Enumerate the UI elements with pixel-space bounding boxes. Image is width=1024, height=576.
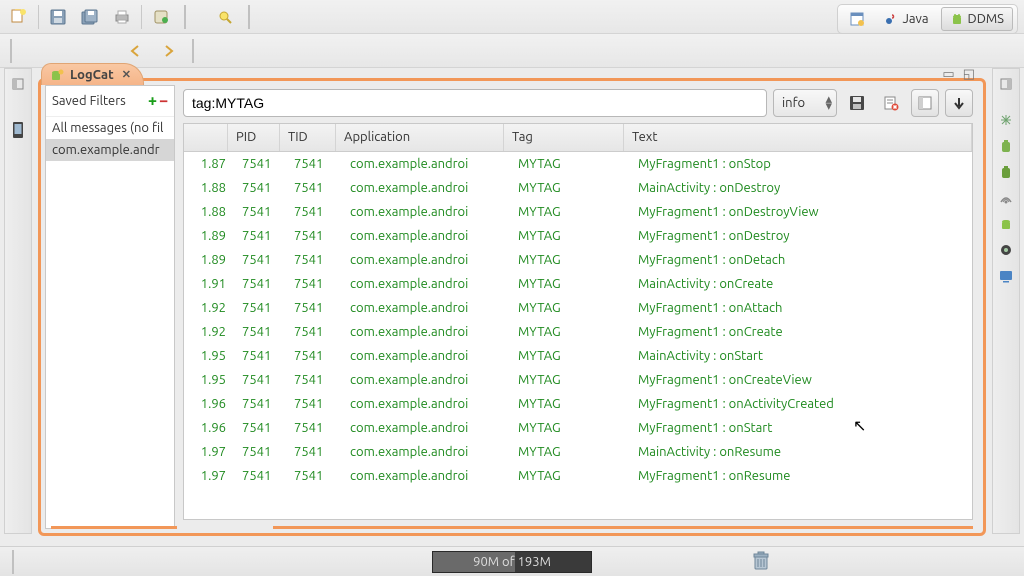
emulator-control-icon[interactable] bbox=[995, 239, 1017, 261]
column-text[interactable]: Text bbox=[624, 124, 972, 151]
perspective-switcher: Java DDMS bbox=[837, 4, 1018, 34]
saved-filters-panel: Saved Filters + − All messages (no fil c… bbox=[45, 85, 175, 529]
android-icon bbox=[950, 12, 964, 26]
logcat-view: LogCat ✕ ▭ ◱ Saved Filters + − All messa… bbox=[38, 78, 986, 536]
android-sdk-button[interactable] bbox=[148, 4, 174, 30]
file-explorer-android-icon[interactable] bbox=[995, 213, 1017, 235]
table-row[interactable]: 1.9175417541com.example.androiMYTAGMainA… bbox=[184, 272, 972, 296]
filter-item-app[interactable]: com.example.andr bbox=[46, 139, 174, 161]
log-level-select[interactable]: info ▴▾ bbox=[773, 89, 837, 117]
log-table-header: PID TID Application Tag Text bbox=[184, 124, 972, 152]
table-row[interactable]: 1.8875417541com.example.androiMYTAGMainA… bbox=[184, 176, 972, 200]
filter-item-all[interactable]: All messages (no fil bbox=[46, 117, 174, 139]
table-row[interactable]: 1.9675417541com.example.androiMYTAGMyFra… bbox=[184, 416, 972, 440]
heap-icon[interactable] bbox=[995, 135, 1017, 157]
table-row[interactable]: 1.9775417541com.example.androiMYTAGMainA… bbox=[184, 440, 972, 464]
column-pid[interactable]: PID bbox=[228, 124, 280, 151]
perspective-ddms[interactable]: DDMS bbox=[941, 7, 1013, 31]
nav-forward-button[interactable] bbox=[156, 38, 182, 64]
perspective-java[interactable]: Java bbox=[876, 7, 936, 31]
save-log-button[interactable] bbox=[843, 89, 871, 117]
add-filter-button[interactable]: + bbox=[148, 92, 157, 110]
column-time[interactable] bbox=[184, 124, 228, 151]
filter-toolbar: info ▴▾ bbox=[183, 89, 979, 117]
perspective-java-label: Java bbox=[902, 12, 928, 26]
nav-back-button[interactable] bbox=[124, 38, 150, 64]
log-level-label: info bbox=[782, 96, 805, 110]
save-all-button[interactable] bbox=[77, 4, 103, 30]
column-tid[interactable]: TID bbox=[280, 124, 336, 151]
table-row[interactable]: 1.9675417541com.example.androiMYTAGMyFra… bbox=[184, 392, 972, 416]
right-trim-stack bbox=[992, 68, 1020, 534]
logcat-icon bbox=[50, 68, 64, 82]
search-input[interactable] bbox=[183, 89, 767, 117]
view-controls: ▭ ◱ bbox=[942, 67, 975, 82]
tab-logcat[interactable]: LogCat ✕ bbox=[41, 63, 144, 85]
filters-scrollbar[interactable] bbox=[51, 526, 177, 529]
display-options-button[interactable] bbox=[911, 89, 939, 117]
maximize-icon[interactable]: ◱ bbox=[963, 67, 975, 82]
table-row[interactable]: 1.8975417541com.example.androiMYTAGMyFra… bbox=[184, 248, 972, 272]
device-icon[interactable] bbox=[7, 119, 29, 141]
logcat-main-panel: info ▴▾ PID TID Application Tag Text 1.8… bbox=[183, 85, 979, 529]
left-trim-stack bbox=[4, 68, 32, 534]
sysinfo-icon[interactable] bbox=[995, 265, 1017, 287]
toolbar-splitter[interactable] bbox=[184, 5, 186, 29]
open-perspective-button[interactable] bbox=[842, 7, 872, 31]
table-row[interactable]: 1.9575417541com.example.androiMYTAGMyFra… bbox=[184, 368, 972, 392]
new-wizard-button[interactable] bbox=[6, 4, 32, 30]
restore-icon[interactable] bbox=[7, 73, 29, 95]
log-table-body[interactable]: 1.8775417541com.example.androiMYTAGMyFra… bbox=[184, 152, 972, 519]
toolbar-splitter-2[interactable] bbox=[248, 5, 250, 29]
perspective-ddms-label: DDMS bbox=[968, 12, 1004, 26]
column-app[interactable]: Application bbox=[336, 124, 504, 151]
horizontal-scrollbar[interactable] bbox=[273, 526, 973, 529]
tab-logcat-label: LogCat bbox=[70, 68, 114, 82]
heap-status[interactable]: 90M of 193M bbox=[432, 551, 592, 573]
table-row[interactable]: 1.8775417541com.example.androiMYTAGMyFra… bbox=[184, 152, 972, 176]
network-icon[interactable] bbox=[995, 187, 1017, 209]
search-button[interactable] bbox=[212, 4, 238, 30]
remove-filter-button[interactable]: − bbox=[159, 92, 168, 110]
print-button[interactable] bbox=[109, 4, 135, 30]
column-tag[interactable]: Tag bbox=[504, 124, 624, 151]
minimize-icon[interactable]: ▭ bbox=[942, 67, 954, 82]
java-icon bbox=[884, 12, 898, 26]
secondary-toolbar bbox=[0, 34, 1024, 68]
toolbar-splitter-3[interactable] bbox=[10, 39, 12, 63]
window-icon bbox=[850, 12, 864, 26]
view-tab-strip: LogCat ✕ bbox=[41, 63, 144, 85]
log-table: PID TID Application Tag Text 1.877541754… bbox=[183, 123, 973, 520]
saved-filters-label: Saved Filters bbox=[52, 94, 126, 108]
heap-status-label: 90M of 193M bbox=[473, 555, 551, 569]
scroll-lock-button[interactable] bbox=[945, 89, 973, 117]
gc-button[interactable] bbox=[752, 551, 774, 573]
table-row[interactable]: 1.9275417541com.example.androiMYTAGMyFra… bbox=[184, 320, 972, 344]
table-row[interactable]: 1.9775417541com.example.androiMYTAGMyFra… bbox=[184, 464, 972, 488]
table-row[interactable]: 1.8975417541com.example.androiMYTAGMyFra… bbox=[184, 224, 972, 248]
save-button[interactable] bbox=[45, 4, 71, 30]
clear-log-button[interactable] bbox=[877, 89, 905, 117]
toolbar-splitter-4[interactable] bbox=[192, 39, 194, 63]
threads-icon[interactable] bbox=[995, 109, 1017, 131]
restore-right-icon[interactable] bbox=[995, 73, 1017, 95]
table-row[interactable]: 1.8875417541com.example.androiMYTAGMyFra… bbox=[184, 200, 972, 224]
table-row[interactable]: 1.9275417541com.example.androiMYTAGMyFra… bbox=[184, 296, 972, 320]
alloc-icon[interactable] bbox=[995, 161, 1017, 183]
status-bar: 90M of 193M bbox=[0, 546, 1024, 576]
table-row[interactable]: 1.9575417541com.example.androiMYTAGMainA… bbox=[184, 344, 972, 368]
status-splitter[interactable] bbox=[12, 550, 14, 574]
close-icon[interactable]: ✕ bbox=[122, 68, 131, 81]
